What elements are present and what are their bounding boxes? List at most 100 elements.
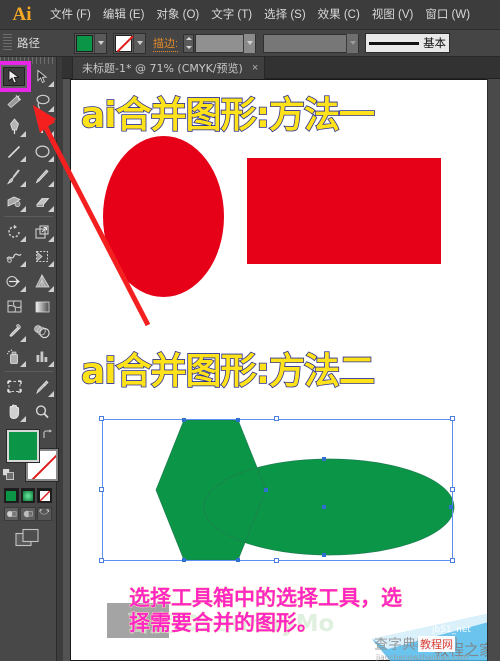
control-bar-grip[interactable] xyxy=(3,34,12,52)
menu-file[interactable]: 文件 (F) xyxy=(44,0,97,30)
tool-perspective-grid-tool[interactable] xyxy=(28,269,56,294)
anchor-point[interactable] xyxy=(236,418,240,422)
tool-artboard-tool[interactable] xyxy=(0,374,28,399)
stepper-down-icon xyxy=(185,45,192,49)
color-mode-color-button[interactable] xyxy=(4,488,19,503)
tool-scale-tool[interactable] xyxy=(28,219,56,244)
menu-select[interactable]: 选择 (S) xyxy=(258,0,312,30)
control-bar: 路径 描边: 基本 xyxy=(0,30,500,57)
tool-pencil-tool[interactable] xyxy=(28,164,56,189)
menu-type[interactable]: 文字 (T) xyxy=(205,0,258,30)
fill-swatch-group[interactable] xyxy=(74,32,107,54)
tool-flyout-indicator-icon xyxy=(48,361,54,367)
document-tab[interactable]: 未标题-1* @ 71% (CMYK/预览) × xyxy=(72,57,266,79)
canvas-area[interactable]: ai合并图形:方法一 ai合并图形:方法二 百度ID: sunnyMo 选择工具… xyxy=(57,79,500,661)
tool-type-tool[interactable] xyxy=(28,114,56,139)
selection-handle-tl[interactable] xyxy=(99,416,104,421)
tool-blob-brush-tool[interactable] xyxy=(0,189,28,214)
color-mode-gradient-button[interactable] xyxy=(20,488,36,503)
tool-gradient-tool[interactable] xyxy=(28,294,56,319)
color-mode-none-button[interactable] xyxy=(37,488,53,503)
document-tab-bar: 未标题-1* @ 71% (CMYK/预览) × xyxy=(62,57,500,79)
anchor-point[interactable] xyxy=(236,558,240,562)
stroke-weight-label[interactable]: 描边: xyxy=(153,35,179,52)
tool-flyout-indicator-icon xyxy=(48,286,54,292)
tool-warp-tool[interactable] xyxy=(0,244,28,269)
tool-slice-tool[interactable] xyxy=(28,374,56,399)
chevron-down-icon xyxy=(246,41,253,45)
tool-paintbrush-tool[interactable] xyxy=(0,164,28,189)
brush-definition-combo[interactable]: 基本 xyxy=(365,33,451,53)
tool-line-segment-tool[interactable] xyxy=(0,139,28,164)
tool-ellipse-tool[interactable] xyxy=(28,139,56,164)
selection-handle-br[interactable] xyxy=(450,558,455,563)
menu-object[interactable]: 对象 (O) xyxy=(150,0,205,30)
selection-handle-bm[interactable] xyxy=(274,558,279,563)
close-icon[interactable]: × xyxy=(252,62,258,74)
red-rectangle[interactable] xyxy=(247,158,441,264)
tool-shape-builder-tool[interactable] xyxy=(0,269,28,294)
anchor-point[interactable] xyxy=(449,505,453,509)
tool-mesh-tool[interactable] xyxy=(0,294,28,319)
stroke-weight-stepper[interactable] xyxy=(183,33,195,53)
tool-magic-wand-tool[interactable] xyxy=(0,89,28,114)
selection-bounding-box[interactable] xyxy=(102,419,453,561)
selection-handle-tr[interactable] xyxy=(450,416,455,421)
selection-handle-ml[interactable] xyxy=(99,487,104,492)
tools-panel-grip[interactable] xyxy=(0,57,56,64)
tool-hand-tool[interactable] xyxy=(0,399,28,424)
tool-free-transform-tool[interactable] xyxy=(28,244,56,269)
tool-eraser-tool[interactable] xyxy=(28,189,56,214)
tool-flyout-indicator-icon xyxy=(20,261,26,267)
draw-behind-button[interactable] xyxy=(20,507,36,521)
stroke-swatch-none[interactable] xyxy=(115,34,132,52)
stroke-weight-dropdown[interactable] xyxy=(243,33,256,53)
fill-stroke-indicator xyxy=(0,428,59,486)
anchor-point[interactable] xyxy=(322,457,326,461)
brush-definition-label: 基本 xyxy=(423,38,447,50)
tool-direct-selection-tool[interactable] xyxy=(28,64,56,89)
default-fill-stroke-icon[interactable] xyxy=(2,468,16,482)
selection-handle-bl[interactable] xyxy=(99,558,104,563)
tool-zoom-tool[interactable] xyxy=(28,399,56,424)
fill-swatch[interactable] xyxy=(76,34,93,52)
tool-lasso-tool[interactable] xyxy=(28,89,56,114)
fill-color-indicator[interactable] xyxy=(6,429,40,463)
watermark-badge: 教程网 xyxy=(418,636,455,652)
anchor-point[interactable] xyxy=(322,553,326,557)
fill-dropdown-button[interactable] xyxy=(94,33,106,53)
tool-column-graph-tool[interactable] xyxy=(28,344,56,369)
stroke-dropdown-button[interactable] xyxy=(133,33,145,53)
menu-effect[interactable]: 效果 (C) xyxy=(312,0,366,30)
menu-window[interactable]: 窗口 (W) xyxy=(419,0,476,30)
anchor-point[interactable] xyxy=(182,558,186,562)
stroke-weight-combo[interactable] xyxy=(195,33,257,53)
stroke-swatch-group[interactable] xyxy=(113,32,146,54)
selection-handle-tm[interactable] xyxy=(274,416,279,421)
menu-view[interactable]: 视图 (V) xyxy=(366,0,420,30)
anchor-point[interactable] xyxy=(182,418,186,422)
variable-width-combo[interactable] xyxy=(263,33,360,53)
variable-width-dropdown[interactable] xyxy=(346,33,359,53)
tool-symbol-sprayer-tool[interactable] xyxy=(0,344,28,369)
tool-flyout-indicator-icon xyxy=(48,81,54,87)
menu-edit[interactable]: 编辑 (E) xyxy=(97,0,151,30)
tool-eyedropper-tool[interactable] xyxy=(0,319,28,344)
anchor-point[interactable] xyxy=(264,488,268,492)
tool-rotate-tool[interactable] xyxy=(0,219,28,244)
selection-handle-mr[interactable] xyxy=(450,487,455,492)
color-mode-buttons xyxy=(0,486,56,503)
draw-normal-button[interactable] xyxy=(4,507,20,521)
tool-selection-tool[interactable] xyxy=(0,61,31,92)
annotation-line-2: 择需要合并的图形。 xyxy=(129,611,319,636)
swap-fill-stroke-icon[interactable] xyxy=(42,428,54,440)
draw-inside-button[interactable] xyxy=(36,507,52,521)
tool-flyout-indicator-icon xyxy=(48,206,54,212)
tool-pen-tool[interactable] xyxy=(0,114,28,139)
red-ellipse[interactable] xyxy=(103,136,224,297)
anchor-point-center[interactable] xyxy=(322,505,326,509)
screen-mode-button[interactable] xyxy=(0,521,56,548)
tool-blend-tool[interactable] xyxy=(28,319,56,344)
artboard[interactable]: ai合并图形:方法一 ai合并图形:方法二 百度ID: sunnyMo 选择工具… xyxy=(70,79,498,661)
tool-flyout-indicator-icon xyxy=(48,236,54,242)
